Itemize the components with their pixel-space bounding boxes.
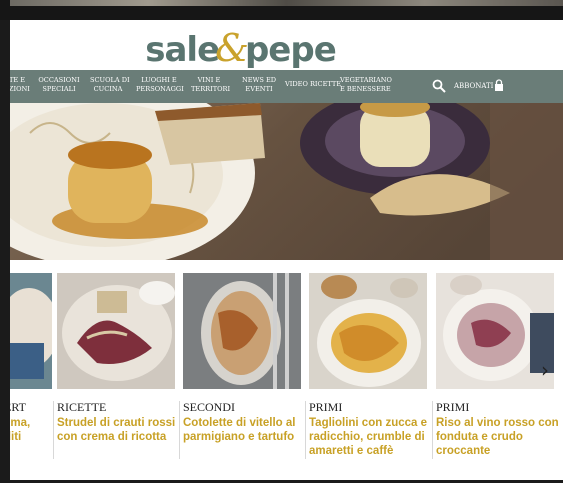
nav-item-vegetariano-e-benessere[interactable]: VEGETARIANO E BENESSERE (340, 76, 392, 94)
lock-icon (495, 79, 503, 91)
recipe-card-image[interactable] (10, 273, 52, 389)
page: sale&pepe TE E AZIONI OCCASIONI SPECIALI… (10, 20, 563, 480)
recipe-card-image[interactable] (57, 273, 175, 389)
recipe-card-category: RICETTE (57, 400, 107, 414)
recipe-card-title[interactable]: Tagliolini con zucca e radicchio, crumbl… (309, 416, 433, 458)
recipe-card-category: SECONDI (183, 400, 236, 414)
nav-item-luoghi-e-personaggi[interactable]: LUOGHI E PERSONAGGI (136, 76, 184, 94)
logo-ampersand: & (215, 26, 249, 70)
recipe-card-title[interactable]: Cotolette di vitello al parmigiano e tar… (183, 416, 307, 444)
recipe-card-image[interactable] (309, 273, 427, 389)
nav-item-occasioni-speciali[interactable]: OCCASIONI SPECIALI (38, 76, 80, 94)
chevron-right-icon: › (541, 358, 549, 382)
nav-item-ricette-e-preparazioni[interactable]: TE E AZIONI (10, 76, 32, 94)
card-divider (432, 401, 433, 459)
nav-item-vini-e-territori[interactable]: VINI E TERRITORI (191, 76, 230, 94)
hero-image[interactable] (10, 103, 563, 260)
nav-bar-overflow (553, 70, 563, 103)
card-divider (53, 401, 54, 459)
recipe-card-category: PRIMI (309, 400, 343, 414)
recipe-card-title[interactable]: Strudel di crauti rossi con crema di ric… (57, 416, 181, 444)
nav-item-scuola-di-cucina[interactable]: SCUOLA DI CUCINA (90, 76, 130, 94)
carousel-next-button[interactable]: › (534, 355, 556, 385)
left-window-edge (0, 20, 10, 480)
nav-item-news-ed-eventi[interactable]: NEWS ED EVENTI (242, 76, 276, 94)
recipe-card-category: ERT (10, 400, 26, 414)
main-nav: TE E AZIONI OCCASIONI SPECIALI SCUOLA DI… (10, 70, 563, 103)
abbonati-link[interactable]: ABBONATI (454, 82, 493, 90)
site-logo[interactable]: sale&pepe (10, 24, 563, 70)
card-divider (179, 401, 180, 459)
recipe-card-category: PRIMI (436, 400, 470, 414)
logo-pepe: pepe (244, 30, 337, 70)
browser-top-strip (0, 0, 563, 22)
logo-sale: sale (145, 30, 220, 70)
recipe-card-image[interactable] (183, 273, 301, 389)
recipe-card-title[interactable]: Riso al vino rosso con fonduta e crudo c… (436, 416, 560, 458)
recipe-carousel: ERT ema, diti RICETTE Strudel di crauti … (10, 273, 563, 480)
card-divider (305, 401, 306, 459)
nav-item-video-ricette[interactable]: VIDEO RICETTE (285, 80, 341, 89)
search-icon[interactable] (432, 79, 446, 93)
